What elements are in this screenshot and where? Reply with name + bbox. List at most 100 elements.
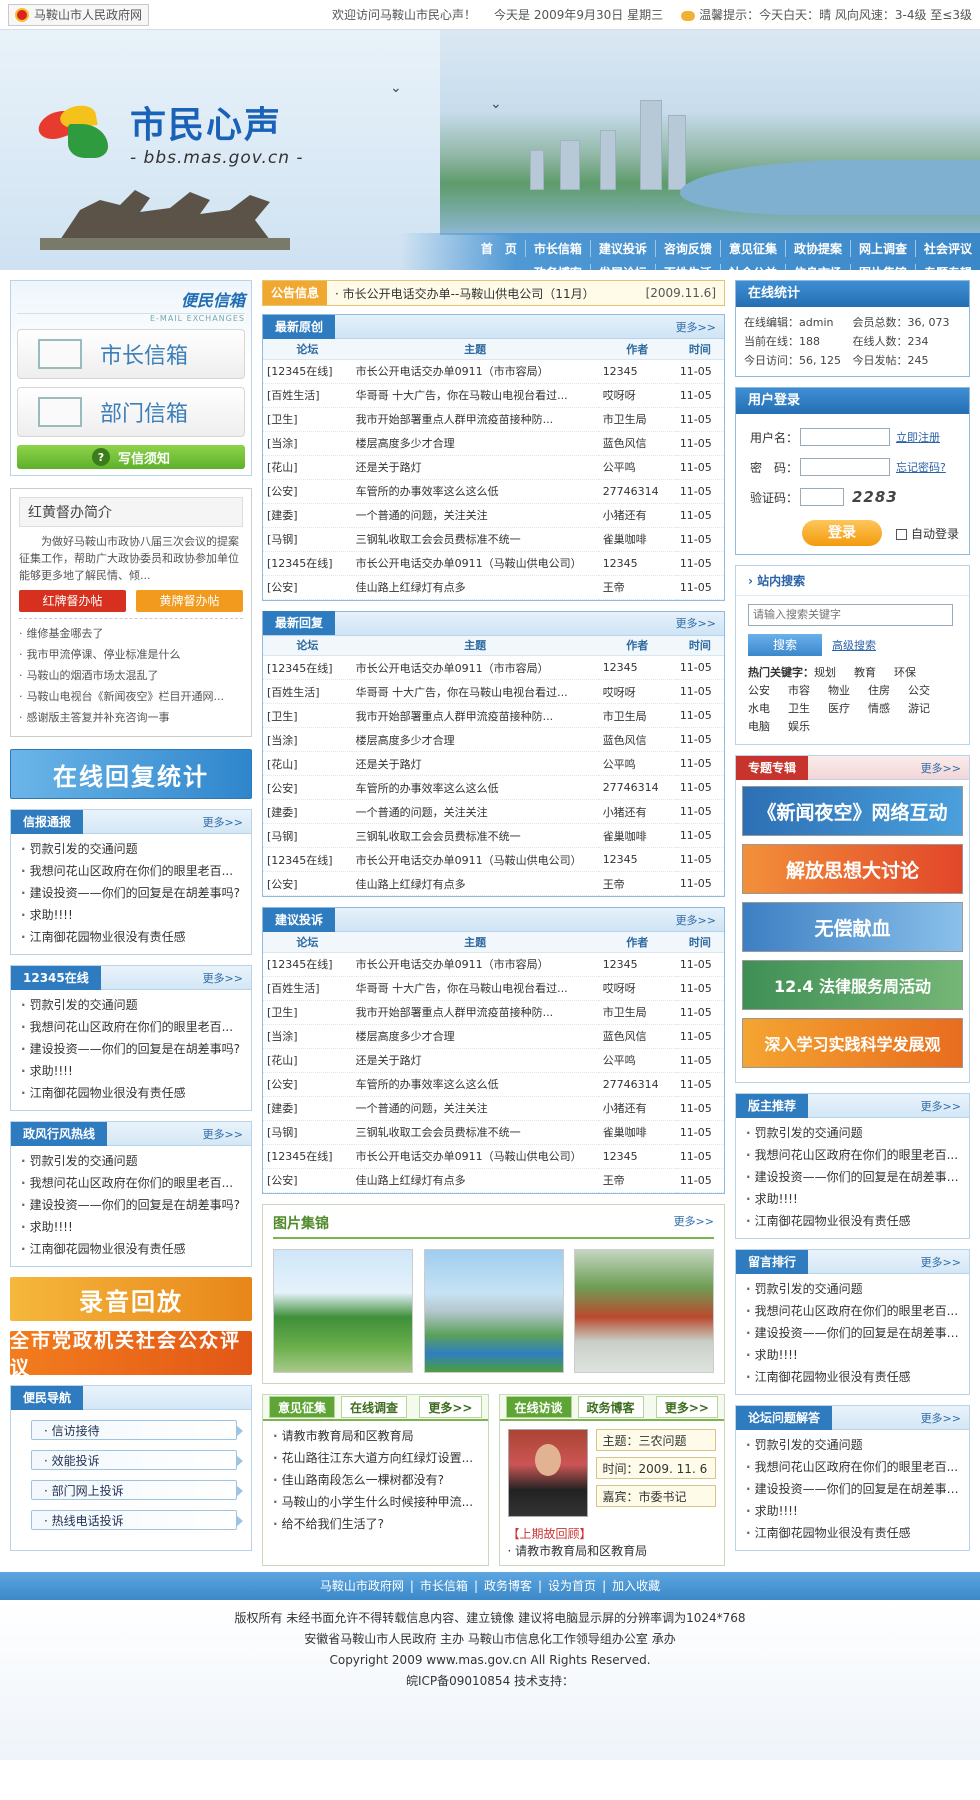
cell-topic[interactable]: 市长公开电话交办单0911（市市容局）	[351, 952, 599, 977]
hot-keyword[interactable]: 物业	[828, 682, 868, 700]
list-item[interactable]: 我想问花山区政府在你们的眼里老百...	[746, 1144, 961, 1166]
intro-list-item[interactable]: 感谢版主答复并补充咨询一事	[19, 707, 243, 728]
list-item[interactable]: 江南御花园物业很没有责任感	[746, 1522, 961, 1544]
footer-link[interactable]: 加入收藏	[612, 1577, 660, 1594]
hot-keyword[interactable]: 游记	[908, 700, 948, 718]
nav-item[interactable]: 建议投诉	[589, 239, 655, 257]
hot-keyword[interactable]: 电脑	[748, 718, 788, 736]
nav-item[interactable]: 百姓生活	[654, 263, 720, 270]
cell-topic[interactable]: 市长公开电话交办单0911（马鞍山供电公司）	[351, 847, 599, 872]
cell-topic[interactable]: 车管所的办事效率这么这么低	[351, 775, 599, 800]
tab-survey[interactable]: 在线调查	[341, 1395, 408, 1418]
more-link[interactable]: 更多>>	[921, 1254, 961, 1270]
cell-author[interactable]: 12345	[598, 655, 676, 680]
cell-topic[interactable]: 我市开始部署重点人群甲流疫苗接种防...	[351, 1000, 599, 1025]
cell-forum[interactable]: [当涂]	[263, 727, 352, 752]
cell-author[interactable]: 12345	[598, 952, 676, 977]
list-item[interactable]: 罚款引发的交通问题	[21, 1150, 243, 1172]
list-item[interactable]: 求助!!!!	[21, 904, 243, 926]
site-logo[interactable]: 市民心声 - bbs.mas.gov.cn -	[34, 96, 304, 168]
list-item[interactable]: 江南御花园物业很没有责任感	[21, 1082, 243, 1104]
cell-author[interactable]: 27746314	[598, 775, 676, 800]
red-card-button[interactable]: 红牌督办帖	[19, 590, 126, 612]
cell-author[interactable]: 哎呀呀	[598, 679, 676, 704]
cell-forum[interactable]: [建委]	[263, 1096, 352, 1121]
cell-forum[interactable]: [花山]	[263, 1048, 352, 1073]
public-evaluation-banner[interactable]: 全市党政机关社会公众评议	[10, 1330, 252, 1379]
cell-author[interactable]: 蓝色风信	[598, 1024, 676, 1049]
list-item[interactable]: 求助!!!!	[746, 1344, 961, 1366]
footer-link[interactable]: 政务博客	[484, 1577, 532, 1594]
cell-forum[interactable]: [12345在线]	[263, 655, 352, 680]
record-playback-banner[interactable]: 录音回放	[10, 1277, 252, 1321]
gallery-photo-city[interactable]	[423, 1248, 564, 1373]
list-item[interactable]: 江南御花园物业很没有责任感	[746, 1210, 961, 1232]
special-topic-banner[interactable]: 深入学习实践科学发展观	[742, 1018, 963, 1068]
list-item[interactable]: 建设投资——你们的回复是在胡差事吗?	[21, 882, 243, 904]
cell-forum[interactable]: [公安]	[263, 871, 352, 896]
auto-login-checkbox[interactable]: 自动登录	[896, 525, 959, 542]
cell-topic[interactable]: 一个普通的问题，关注关注	[351, 1096, 599, 1121]
hot-keyword[interactable]: 情感	[868, 700, 908, 718]
cell-topic[interactable]: 还是关于路灯	[351, 1048, 599, 1073]
list-item[interactable]: 求助!!!!	[21, 1060, 243, 1082]
cell-forum[interactable]: [卫生]	[263, 1000, 352, 1025]
list-item[interactable]: 求助!!!!	[21, 1216, 243, 1238]
announcement-text[interactable]: · 市长公开电话交办单--马鞍山供电公司（11月）	[327, 285, 595, 302]
cell-forum[interactable]: [百姓生活]	[263, 976, 352, 1001]
list-item[interactable]: 江南御花园物业很没有责任感	[746, 1366, 961, 1388]
convenience-link[interactable]: · 热线电话投诉	[31, 1510, 243, 1530]
cell-forum[interactable]: [公安]	[263, 1072, 352, 1097]
previous-review-item[interactable]: · 请教市教育局和区教育局	[508, 1542, 717, 1559]
cell-author[interactable]: 公平鸣	[598, 455, 676, 480]
cell-forum[interactable]: [公安]	[263, 479, 352, 504]
cell-forum[interactable]: [12345在线]	[263, 359, 352, 384]
cell-forum[interactable]: [公安]	[263, 775, 352, 800]
cell-topic[interactable]: 还是关于路灯	[351, 751, 599, 776]
cell-topic[interactable]: 三钢轧收取工会会员费标准不统一	[351, 823, 599, 848]
intro-list-item[interactable]: 我市甲流停课、停业标准是什么	[19, 644, 243, 665]
cell-topic[interactable]: 华哥哥 十大广告，你在马鞍山电视台看过...	[351, 383, 599, 408]
list-item[interactable]: 我想问花山区政府在你们的眼里老百...	[21, 1172, 243, 1194]
dept-mailbox-button[interactable]: 部门信箱	[17, 387, 245, 437]
more-link[interactable]: 更多>>	[674, 1213, 714, 1233]
hot-keyword[interactable]: 环保	[894, 664, 934, 682]
nav-item[interactable]: 意见征集	[719, 239, 785, 257]
cell-forum[interactable]: [当涂]	[263, 431, 352, 456]
cell-topic[interactable]: 市长公开电话交办单0911（市市容局）	[351, 359, 599, 384]
cell-author[interactable]: 蓝色风信	[598, 431, 676, 456]
footer-link[interactable]: 马鞍山市政府网	[320, 1577, 404, 1594]
gallery-photo-park[interactable]	[273, 1248, 413, 1373]
cell-author[interactable]: 公平鸣	[598, 1048, 676, 1073]
search-button[interactable]: 搜索	[748, 634, 822, 656]
list-item[interactable]: 请教市教育局和区教育局	[273, 1425, 480, 1447]
cell-author[interactable]: 雀巢咖啡	[598, 527, 676, 552]
list-item[interactable]: 佳山路南段怎么一棵树都没有?	[273, 1469, 480, 1491]
cell-author[interactable]: 哎呀呀	[598, 383, 676, 408]
special-topic-banner[interactable]: 无偿献血	[742, 902, 963, 952]
site-home-link[interactable]: 马鞍山市人民政府网	[8, 3, 150, 26]
cell-forum[interactable]: [12345在线]	[263, 952, 352, 977]
cell-topic[interactable]: 还是关于路灯	[351, 455, 599, 480]
cell-forum[interactable]: [百姓生活]	[263, 383, 352, 408]
cell-topic[interactable]: 华哥哥 十大广告，你在马鞍山电视台看过...	[351, 976, 599, 1001]
cell-topic[interactable]: 华哥哥 十大广告，你在马鞍山电视台看过...	[351, 679, 599, 704]
write-notice-button[interactable]: ? 写信须知	[17, 445, 245, 469]
list-item[interactable]: 花山路往江东大道方向红绿灯设置...	[273, 1447, 480, 1469]
mayor-mailbox-button[interactable]: 市长信箱	[17, 329, 245, 379]
list-item[interactable]: 求助!!!!	[746, 1188, 961, 1210]
list-item[interactable]: 罚款引发的交通问题	[746, 1434, 961, 1456]
cell-author[interactable]: 小猪还有	[598, 503, 676, 528]
hot-keyword[interactable]: 规划	[814, 664, 854, 682]
cell-topic[interactable]: 三钢轧收取工会会员费标准不统一	[351, 1120, 599, 1145]
list-item[interactable]: 建设投资——你们的回复是在胡差事吗?	[21, 1038, 243, 1060]
more-link[interactable]: 更多>>	[203, 970, 243, 986]
intro-list-item[interactable]: 马鞍山的烟酒市场太混乱了	[19, 665, 243, 686]
cell-forum[interactable]: [建委]	[263, 503, 352, 528]
nav-item[interactable]: 市长信箱	[524, 239, 590, 257]
list-item[interactable]: 罚款引发的交通问题	[746, 1122, 961, 1144]
hot-keyword[interactable]: 教育	[854, 664, 894, 682]
nav-item[interactable]: 信息市场	[784, 263, 850, 270]
hot-keyword[interactable]: 市容	[788, 682, 828, 700]
cell-author[interactable]: 27746314	[598, 1072, 676, 1097]
